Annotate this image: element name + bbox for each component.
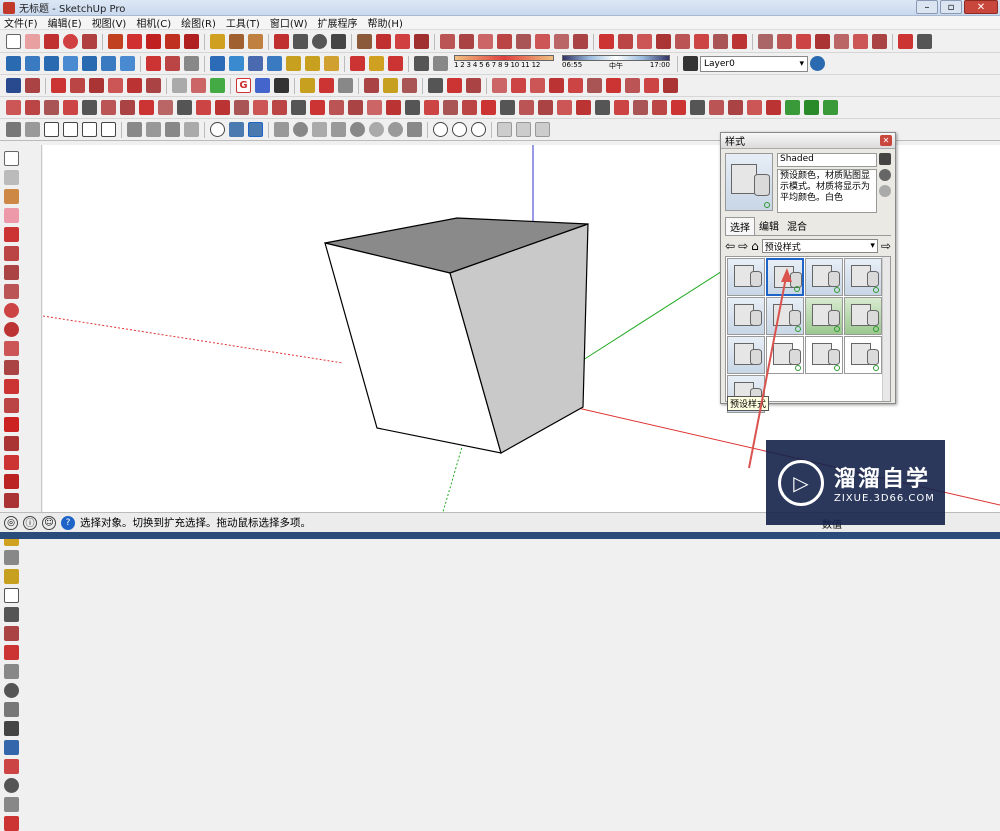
geo-location-icon[interactable]: ◎ bbox=[4, 515, 18, 530]
taskbar bbox=[0, 532, 1000, 539]
axes-icon[interactable] bbox=[4, 607, 19, 622]
zoom-window-icon[interactable] bbox=[4, 702, 19, 717]
watermark: ▷ 溜溜自学 ZIXUE.3D66.COM bbox=[766, 440, 945, 525]
dimension-icon[interactable] bbox=[4, 550, 19, 565]
user-icon[interactable]: ☺ bbox=[42, 515, 56, 530]
credits-icon[interactable]: ⓘ bbox=[23, 515, 37, 530]
3d-text-icon[interactable] bbox=[4, 626, 19, 641]
status-text: 选择对象。切换到扩充选择。拖动鼠标选择多项。 bbox=[80, 517, 311, 529]
help-icon[interactable]: ? bbox=[61, 515, 75, 530]
watermark-url: ZIXUE.3D66.COM bbox=[834, 493, 935, 504]
annotation-arrow bbox=[748, 271, 788, 469]
watermark-brand: 溜溜自学 bbox=[834, 467, 931, 492]
annotation-arrowhead bbox=[781, 268, 792, 282]
section-plane-left-icon[interactable] bbox=[4, 816, 19, 831]
protractor-icon[interactable] bbox=[4, 569, 19, 584]
text-left-icon[interactable] bbox=[4, 588, 19, 603]
position-camera-icon[interactable] bbox=[4, 759, 19, 774]
play-logo-icon: ▷ bbox=[778, 459, 824, 506]
walk-icon[interactable] bbox=[4, 797, 19, 812]
pan-left-icon[interactable] bbox=[4, 664, 19, 679]
orbit-left-icon[interactable] bbox=[4, 645, 19, 660]
previous-view-icon[interactable] bbox=[4, 740, 19, 755]
zoom-extents-left-icon[interactable] bbox=[4, 721, 19, 736]
look-around-icon[interactable] bbox=[4, 778, 19, 793]
zoom-left-icon[interactable] bbox=[4, 683, 19, 698]
